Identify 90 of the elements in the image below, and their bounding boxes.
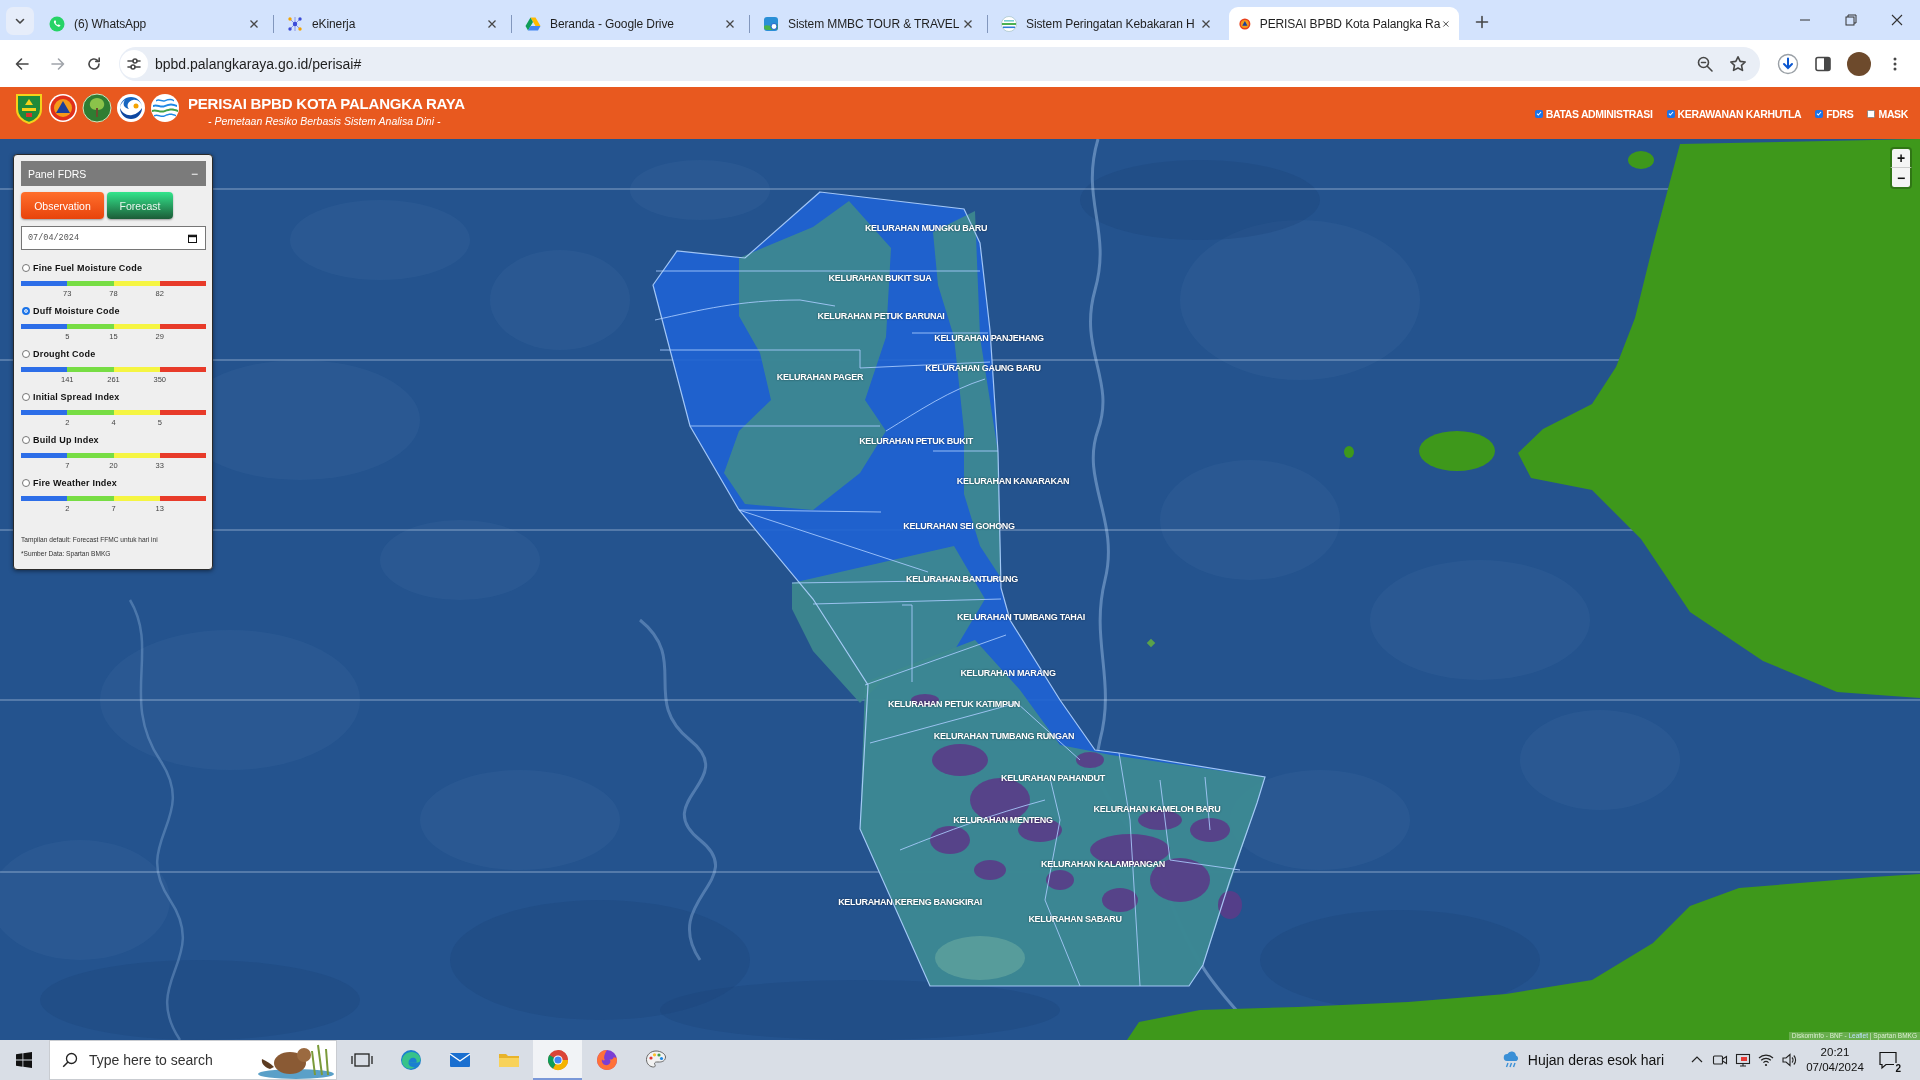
triangle-emblem-icon bbox=[48, 92, 78, 124]
checkbox[interactable] bbox=[1534, 109, 1543, 118]
checkbox[interactable] bbox=[1815, 109, 1824, 118]
layer-toggle[interactable]: FDRS bbox=[1815, 107, 1854, 120]
star-icon[interactable] bbox=[1729, 54, 1747, 73]
district-label: KELURAHAN TUMBANG RUNGAN bbox=[933, 731, 1075, 741]
camera-icon[interactable] bbox=[1711, 1052, 1728, 1068]
indicator-label[interactable]: Build Up Index bbox=[33, 435, 99, 445]
radio-button[interactable] bbox=[22, 307, 30, 315]
wave-emblem-icon bbox=[150, 92, 180, 124]
district-label: KELURAHAN SEI GOHONG bbox=[903, 521, 1015, 531]
side-panel-icon[interactable] bbox=[1814, 54, 1832, 73]
search-icon bbox=[62, 1052, 78, 1068]
swirl-globe-icon[interactable] bbox=[594, 1048, 619, 1072]
network-dots-icon bbox=[287, 15, 303, 32]
district-label: KELURAHAN PAGER bbox=[776, 372, 864, 382]
weather-widget[interactable]: Hujan deras esok hari bbox=[1501, 1040, 1664, 1080]
checkbox[interactable] bbox=[1867, 109, 1876, 118]
district-label: KELURAHAN KAMELOH BARU bbox=[1093, 804, 1221, 814]
taskbar-clock[interactable]: 20:21 07/04/2024 bbox=[1803, 1040, 1867, 1080]
radio-button[interactable] bbox=[22, 350, 30, 358]
wifi-icon[interactable] bbox=[1757, 1052, 1774, 1068]
striped-circle-icon bbox=[1001, 15, 1017, 32]
ring-logo-icon[interactable] bbox=[545, 1048, 570, 1072]
district-label: KELURAHAN BANTURUNG bbox=[906, 574, 1018, 584]
plus-icon[interactable] bbox=[1475, 15, 1489, 29]
indicator-label[interactable]: Initial Spread Index bbox=[33, 392, 120, 402]
landscape-tile-icon bbox=[763, 15, 779, 32]
reload-icon[interactable] bbox=[86, 55, 102, 72]
site-subtitle: - Pemetaan Resiko Berbasis Sistem Analisa Dini - bbox=[208, 115, 442, 127]
district-label: KELURAHAN MENTENG bbox=[953, 815, 1053, 825]
indicator-label[interactable]: Drought Code bbox=[33, 349, 96, 359]
collapse-button[interactable]: − bbox=[189, 166, 200, 181]
display-icon[interactable] bbox=[1734, 1052, 1751, 1068]
radio-button[interactable] bbox=[22, 393, 30, 401]
indicator-label[interactable]: Fine Fuel Moisture Code bbox=[33, 263, 143, 273]
triangle-logo-icon bbox=[525, 15, 541, 32]
district-label: KELURAHAN PETUK KATIMPUN bbox=[887, 699, 1021, 709]
district-label: KELURAHAN SABARU bbox=[1028, 914, 1122, 924]
browser-tab[interactable]: Sistem MMBC TOUR & TRAVEL bbox=[753, 7, 983, 40]
address-bar[interactable]: bpbd.palangkaraya.go.id/perisai# bbox=[119, 46, 1760, 81]
zoom-in-button[interactable]: + bbox=[1890, 147, 1912, 168]
district-label: KELURAHAN BUKIT SUA bbox=[828, 273, 932, 283]
district-label: KELURAHAN PETUK BUKIT bbox=[859, 436, 973, 446]
district-label: KELURAHAN GAUNG BARU bbox=[925, 363, 1041, 373]
calendar-icon[interactable] bbox=[188, 233, 197, 243]
date-field[interactable]: 07/04/2024 bbox=[21, 226, 206, 250]
restore-icon[interactable] bbox=[1845, 14, 1857, 26]
panel-title: Panel FDRS bbox=[28, 167, 87, 180]
browser-tab[interactable]: Sistem Peringatan Kebakaran H bbox=[991, 7, 1221, 40]
layer-toggle[interactable]: KERAWANAN KARHUTLA bbox=[1666, 107, 1802, 120]
taskbar-app-button[interactable] bbox=[533, 1040, 582, 1080]
wave-logo-icon[interactable] bbox=[398, 1048, 423, 1072]
browser-tab[interactable]: (6) WhatsApp bbox=[39, 7, 269, 40]
notifications-button[interactable]: 2 bbox=[1868, 1040, 1908, 1080]
overlay-area bbox=[1344, 446, 1354, 458]
district-label: KELURAHAN KERENG BANGKIRAI bbox=[838, 897, 982, 907]
layer-toggle[interactable]: MASK bbox=[1867, 107, 1908, 120]
site-title: PERISAI BPBD KOTA PALANGKA RAYA bbox=[188, 96, 465, 112]
checkbox[interactable] bbox=[1666, 109, 1675, 118]
zoom-out-button[interactable]: − bbox=[1890, 168, 1912, 189]
tree-emblem-icon bbox=[82, 92, 112, 124]
district-label: KELURAHAN MARANG bbox=[960, 668, 1056, 678]
speaker-icon[interactable] bbox=[1780, 1052, 1797, 1068]
district-label: KELURAHAN MUNGKU BARU bbox=[864, 223, 988, 233]
district-label: KELURAHAN TUMBANG TAHAI bbox=[957, 612, 1085, 622]
district-label: KELURAHAN KALAMPANGAN bbox=[1041, 859, 1165, 869]
magnifier-icon[interactable] bbox=[1696, 54, 1714, 73]
browser-tab[interactable]: PERISAI BPBD Kota Palangka Ra bbox=[1229, 7, 1459, 40]
district-label: KELURAHAN PANJEHANG bbox=[934, 333, 1044, 343]
browser-tab[interactable]: Beranda - Google Drive bbox=[515, 7, 745, 40]
close-icon[interactable] bbox=[1891, 14, 1903, 26]
sliders-icon[interactable] bbox=[126, 55, 142, 72]
indicator-label[interactable]: Duff Moisture Code bbox=[33, 306, 120, 316]
overlay-area bbox=[1146, 638, 1156, 648]
layer-toggle[interactable]: BATAS ADMINISTRASI bbox=[1534, 107, 1653, 120]
indicator-label[interactable]: Fire Weather Index bbox=[33, 478, 117, 488]
site-info-button[interactable] bbox=[120, 49, 148, 78]
radio-button[interactable] bbox=[22, 264, 30, 272]
radio-button[interactable] bbox=[22, 436, 30, 444]
window-grid-icon[interactable] bbox=[16, 1052, 32, 1068]
shield-emblem-icon bbox=[14, 92, 44, 124]
district-label: KELURAHAN PETUK BARUNAI bbox=[817, 311, 945, 321]
radio-button[interactable] bbox=[22, 479, 30, 487]
swirl-emblem-icon bbox=[116, 92, 146, 124]
browser-tab[interactable]: eKinerja bbox=[277, 7, 507, 40]
district-label: KELURAHAN KANARAKAN bbox=[956, 476, 1070, 486]
district-label: KELURAHAN PAHANDUT bbox=[1001, 773, 1105, 783]
arrow-left-icon[interactable] bbox=[14, 55, 30, 72]
phone-bubble-icon bbox=[49, 15, 65, 32]
